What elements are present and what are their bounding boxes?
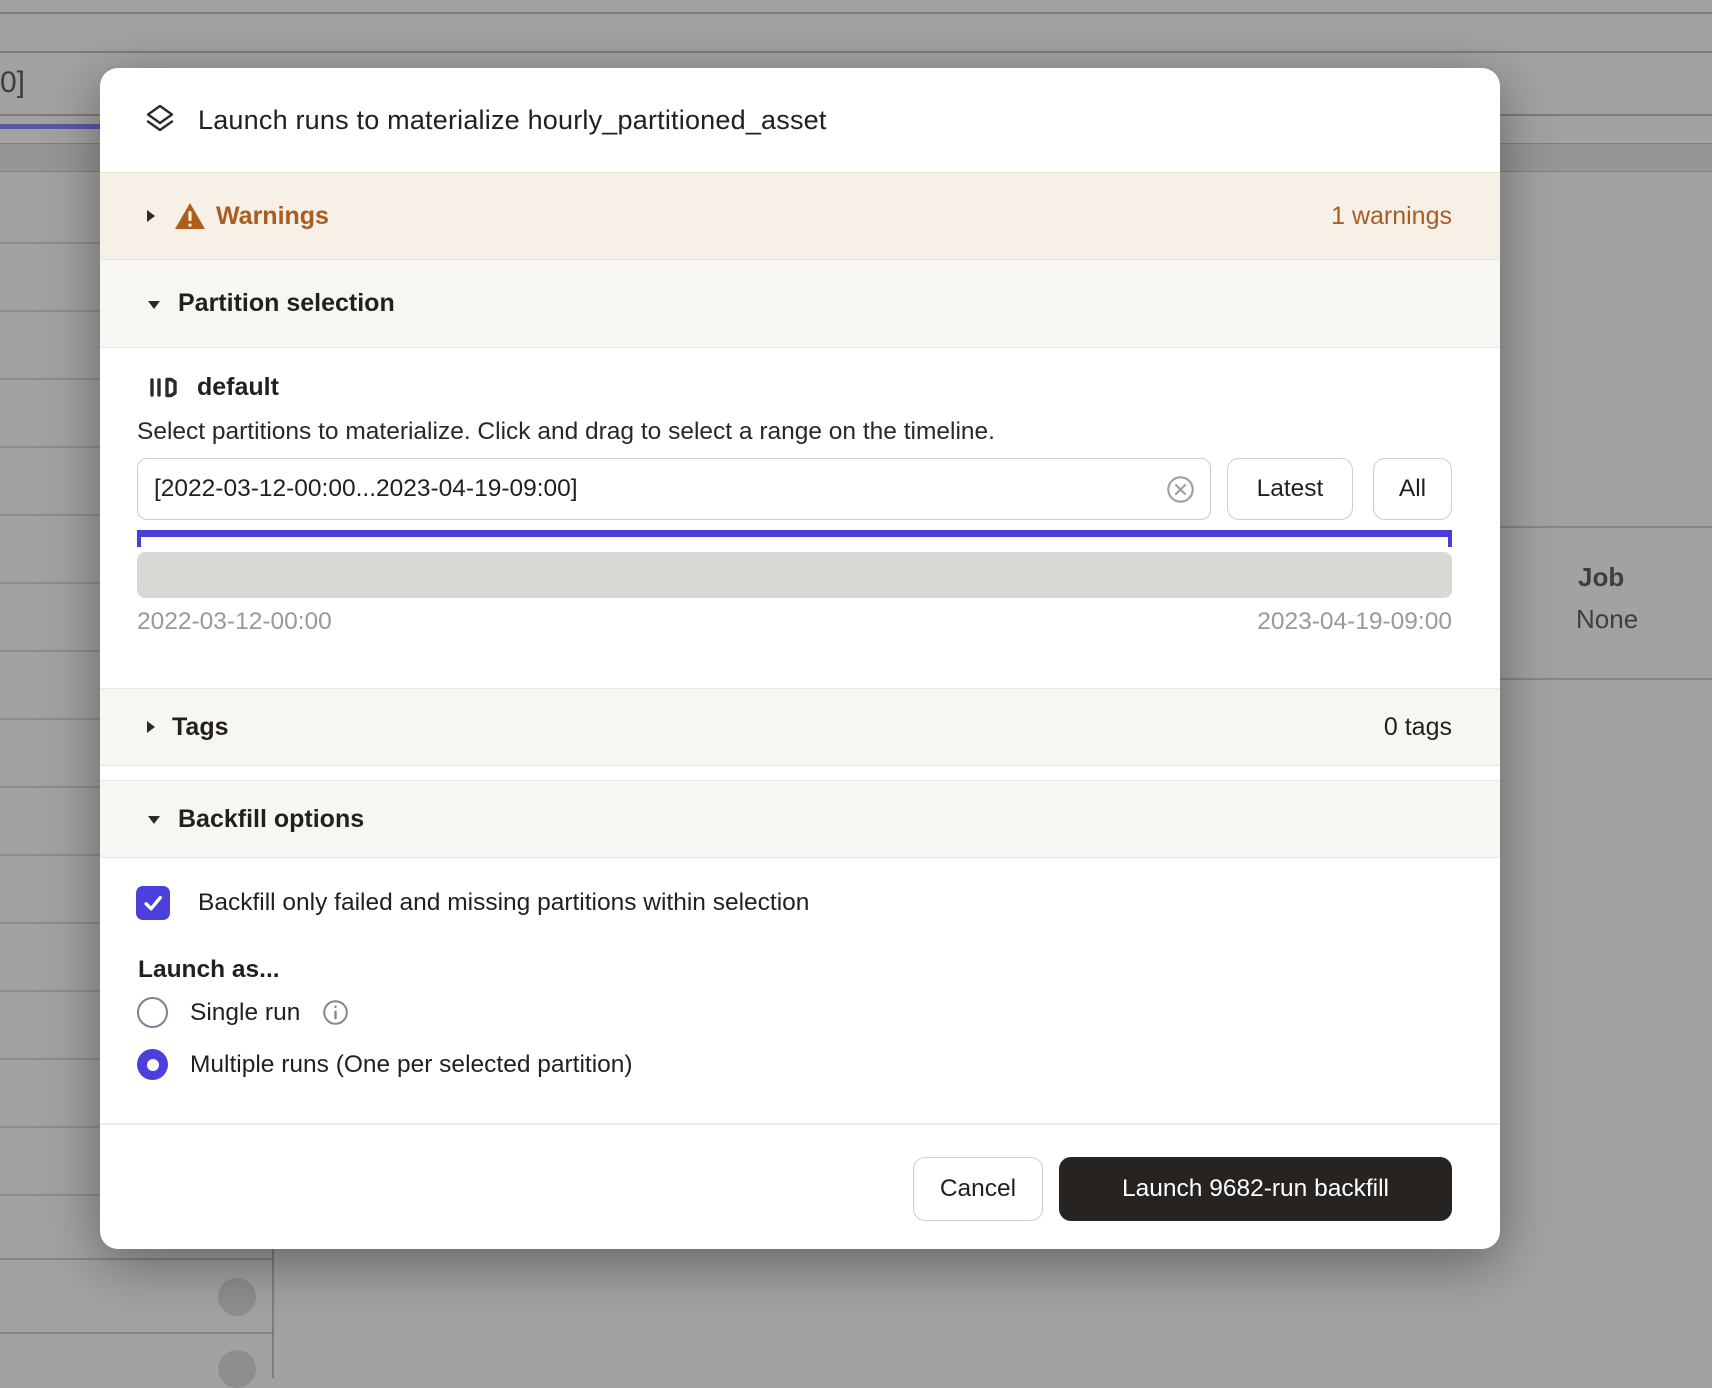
checkbox-checked-icon[interactable]	[136, 886, 170, 920]
selected-range-indicator	[137, 530, 1452, 537]
multiple-runs-label: Multiple runs (One per selected partitio…	[190, 1051, 633, 1079]
timeline-start-label: 2022-03-12-00:00	[137, 608, 332, 636]
single-run-label: Single run	[190, 999, 300, 1027]
backdrop-job-column-value: None	[1576, 604, 1638, 635]
chevron-right-icon	[144, 717, 158, 737]
all-button[interactable]: All	[1373, 458, 1452, 520]
backdrop-column-divider	[272, 1248, 274, 1378]
warnings-section-header[interactable]: Warnings 1 warnings	[100, 172, 1500, 260]
multiple-runs-radio-row[interactable]: Multiple runs (One per selected partitio…	[137, 1049, 633, 1080]
backfill-options-section-header[interactable]: Backfill options	[100, 780, 1500, 858]
radio-unselected-icon[interactable]	[137, 997, 168, 1028]
backdrop-row-divider	[1500, 678, 1712, 680]
backdrop-toolbar-line	[0, 51, 1712, 53]
dialog-header: Launch runs to materialize hourly_partit…	[100, 68, 1500, 172]
backdrop-table-rows	[0, 176, 100, 1250]
cancel-button[interactable]: Cancel	[913, 1157, 1043, 1221]
backdrop-row-divider	[1500, 526, 1712, 528]
backdrop-job-column-header: Job	[1578, 562, 1624, 593]
footer-divider	[100, 1123, 1500, 1125]
tags-section-header[interactable]: Tags 0 tags	[100, 688, 1500, 766]
chevron-down-icon	[144, 297, 164, 311]
backdrop-focused-input-accent	[0, 124, 100, 129]
warnings-count: 1 warnings	[1331, 202, 1452, 231]
launch-backfill-button[interactable]: Launch 9682-run backfill	[1059, 1157, 1452, 1221]
timeline-end-label: 2023-04-19-09:00	[1257, 608, 1452, 636]
partition-selection-description: Select partitions to materialize. Click …	[137, 418, 995, 446]
single-run-radio-row[interactable]: Single run	[137, 997, 349, 1028]
partition-set-icon	[148, 372, 179, 403]
radio-selected-icon[interactable]	[137, 1049, 168, 1080]
partition-dimension-row: default	[148, 372, 279, 403]
partition-selection-label: Partition selection	[178, 289, 395, 318]
tags-count: 0 tags	[1384, 713, 1452, 742]
warning-triangle-icon	[174, 202, 206, 231]
clear-input-icon[interactable]	[1165, 474, 1196, 505]
warnings-label: Warnings	[216, 202, 329, 231]
dialog-title: Launch runs to materialize hourly_partit…	[198, 105, 827, 136]
backdrop-status-dot	[218, 1278, 256, 1316]
launch-backfill-dialog: Launch runs to materialize hourly_partit…	[100, 68, 1500, 1249]
backdrop-toolbar-line	[0, 12, 1712, 14]
info-icon[interactable]	[322, 999, 349, 1026]
chevron-right-icon	[144, 206, 158, 226]
tags-label: Tags	[172, 713, 229, 742]
backfill-options-label: Backfill options	[178, 805, 364, 834]
backfill-only-failed-label: Backfill only failed and missing partiti…	[198, 889, 809, 917]
partition-selection-section-header[interactable]: Partition selection	[100, 260, 1500, 348]
backdrop-row-divider	[0, 1332, 273, 1334]
partition-range-value: [2022-03-12-00:00...2023-04-19-09:00]	[154, 475, 1165, 503]
chevron-down-icon	[144, 812, 164, 826]
backdrop-clipped-input-text: 0]	[0, 66, 25, 100]
partition-dimension-name: default	[197, 373, 279, 402]
latest-button[interactable]: Latest	[1227, 458, 1353, 520]
partition-timeline[interactable]	[137, 552, 1452, 598]
partition-range-input[interactable]: [2022-03-12-00:00...2023-04-19-09:00]	[137, 458, 1211, 520]
backfill-only-failed-checkbox-row[interactable]: Backfill only failed and missing partiti…	[136, 886, 809, 920]
backdrop-row-divider	[0, 1258, 273, 1260]
backdrop-status-dot	[218, 1350, 256, 1388]
stacked-layers-icon	[142, 102, 178, 138]
launch-as-label: Launch as...	[138, 956, 280, 984]
